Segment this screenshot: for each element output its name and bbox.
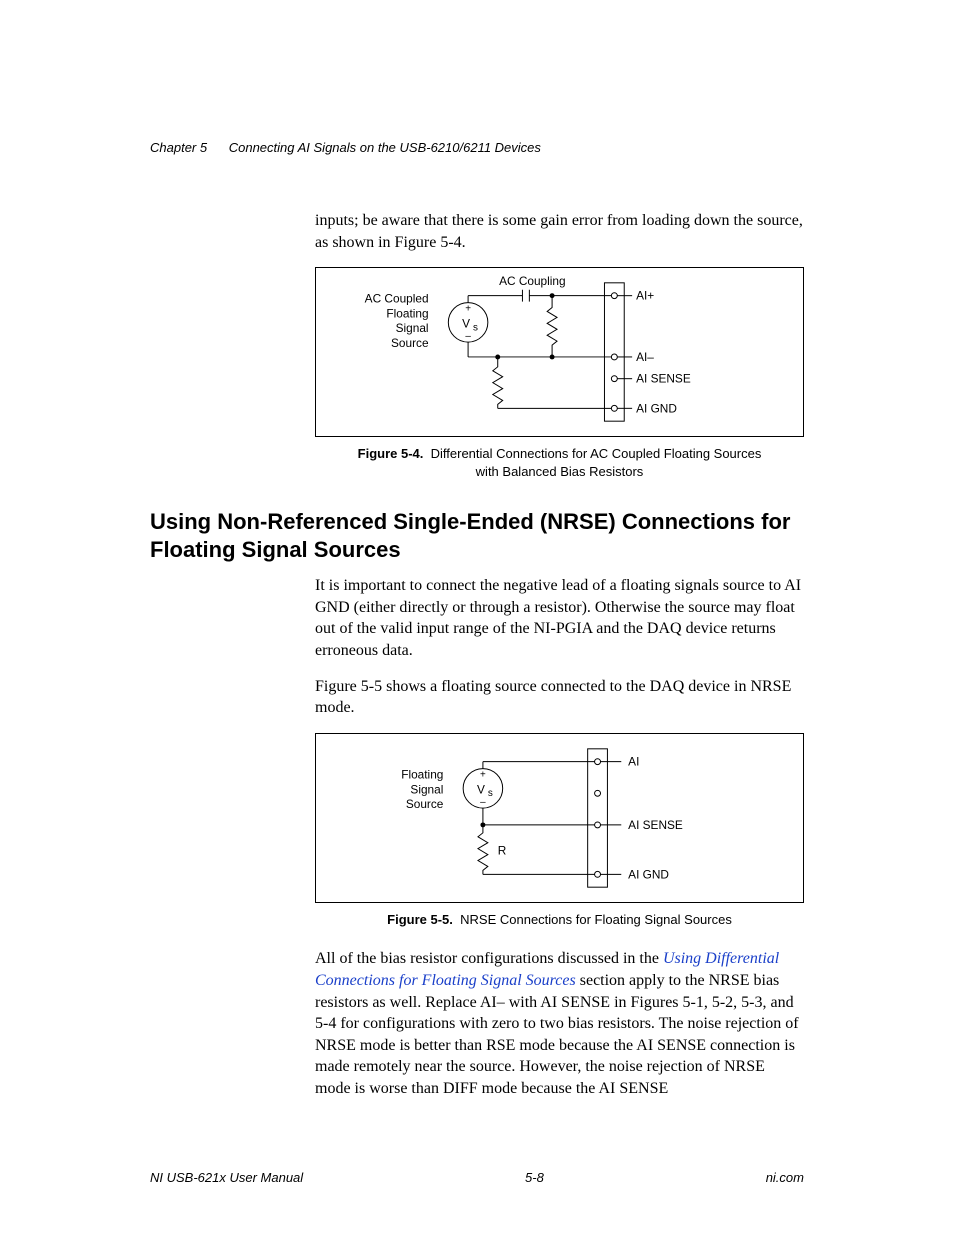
fig55-vs-plus: + xyxy=(480,769,486,780)
resistor-icon xyxy=(493,357,503,408)
fig55-source-l1: Floating xyxy=(401,767,443,781)
fig54-ai-minus: AI– xyxy=(636,350,654,364)
terminal-icon xyxy=(595,871,601,877)
last-paragraph: All of the bias resistor configurations … xyxy=(315,948,804,1099)
last-pre: All of the bias resistor configurations … xyxy=(315,950,663,967)
nrse-paragraphs: It is important to connect the negative … xyxy=(315,575,804,719)
fig55-source-l2: Signal xyxy=(410,782,443,796)
fig54-source-l2: Floating xyxy=(386,307,428,321)
terminal-icon xyxy=(611,293,617,299)
last-para-text: All of the bias resistor configurations … xyxy=(315,948,804,1099)
fig55-r: R xyxy=(498,843,507,857)
terminal-icon xyxy=(595,822,601,828)
page: Chapter 5 Connecting AI Signals on the U… xyxy=(0,0,954,1245)
fig54-ai-sense: AI SENSE xyxy=(636,372,691,386)
fig54-source-l3: Signal xyxy=(396,321,429,335)
fig55-caption-text: NRSE Connections for Floating Signal Sou… xyxy=(460,912,732,927)
fig54-ai-plus: AI+ xyxy=(636,289,654,303)
figure-5-5-svg: Floating Signal Source + V s – AI AI SEN… xyxy=(316,734,803,902)
fig55-label: Figure 5-5. xyxy=(387,912,453,927)
intro-text: inputs; be aware that there is some gain… xyxy=(315,210,804,253)
fig55-vs: V xyxy=(477,782,485,796)
last-post: section apply to the NRSE bias resistors… xyxy=(315,972,799,1097)
fig54-source-l1: AC Coupled xyxy=(365,292,429,306)
figure-5-4: AC Coupled Floating Signal Source + V s … xyxy=(315,267,804,437)
terminal-icon xyxy=(595,790,601,796)
fig54-ac-coupling: AC Coupling xyxy=(499,274,565,288)
terminal-icon xyxy=(595,759,601,765)
resistor-icon xyxy=(478,825,488,874)
nrse-para-1: It is important to connect the negative … xyxy=(315,575,804,661)
fig55-ai-sense: AI SENSE xyxy=(628,818,683,832)
fig54-caption-2: with Balanced Bias Resistors xyxy=(476,464,644,479)
fig55-vs-minus: – xyxy=(480,797,486,808)
fig54-vs-plus: + xyxy=(465,304,471,315)
fig55-source-l3: Source xyxy=(406,797,444,811)
chapter-number: Chapter 5 xyxy=(150,140,207,155)
fig54-source-l4: Source xyxy=(391,336,429,350)
chapter-title: Connecting AI Signals on the USB-6210/62… xyxy=(229,140,541,155)
terminal-icon xyxy=(611,406,617,412)
section-heading-nrse: Using Non-Referenced Single-Ended (NRSE)… xyxy=(150,508,804,563)
connector-icon xyxy=(588,749,608,887)
resistor-icon xyxy=(547,296,557,357)
figure-5-4-svg: AC Coupled Floating Signal Source + V s … xyxy=(316,268,803,436)
fig55-ai-gnd: AI GND xyxy=(628,867,669,881)
footer-center: 5-8 xyxy=(525,1170,544,1185)
nrse-para-2: Figure 5-5 shows a floating source conne… xyxy=(315,676,804,719)
figure-5-5: Floating Signal Source + V s – AI AI SEN… xyxy=(315,733,804,903)
fig55-ai: AI xyxy=(628,754,639,768)
fig54-label: Figure 5-4. xyxy=(358,446,424,461)
fig54-vs-minus: – xyxy=(465,331,471,342)
terminal-icon xyxy=(611,354,617,360)
fig55-vs-sub: s xyxy=(488,788,493,799)
intro-paragraph: inputs; be aware that there is some gain… xyxy=(315,210,804,253)
connector-icon xyxy=(604,283,624,421)
fig54-ai-gnd: AI GND xyxy=(636,401,677,415)
page-footer: NI USB-621x User Manual 5-8 ni.com xyxy=(150,1170,804,1185)
fig54-vs-sub: s xyxy=(473,322,478,333)
fig54-caption-1: Differential Connections for AC Coupled … xyxy=(431,446,762,461)
terminal-icon xyxy=(611,376,617,382)
running-header: Chapter 5 Connecting AI Signals on the U… xyxy=(150,140,804,155)
fig54-vs: V xyxy=(462,316,470,330)
footer-left: NI USB-621x User Manual xyxy=(150,1170,303,1185)
footer-right: ni.com xyxy=(766,1170,804,1185)
figure-5-4-caption: Figure 5-4. Differential Connections for… xyxy=(315,445,804,480)
figure-5-5-caption: Figure 5-5. NRSE Connections for Floatin… xyxy=(315,911,804,929)
